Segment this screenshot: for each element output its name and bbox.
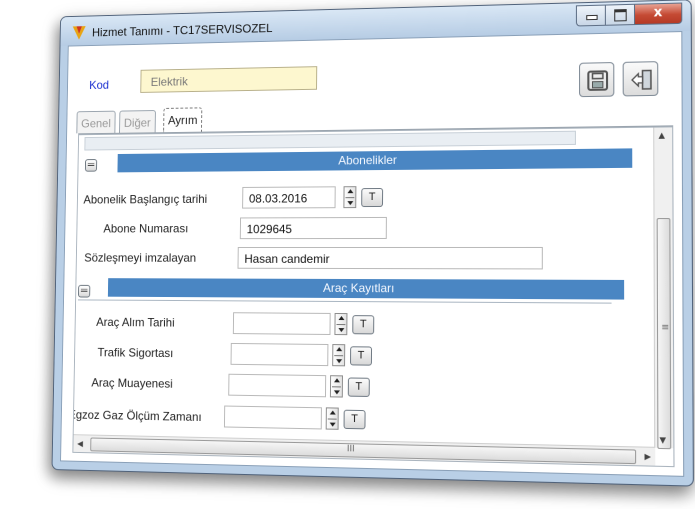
tab-diger[interactable]: Diğer — [119, 110, 156, 133]
egzoz-date-input[interactable] — [223, 405, 322, 430]
kod-field[interactable]: Elektrik — [140, 66, 318, 93]
sigorta-spinner[interactable] — [332, 344, 346, 367]
tab-genel[interactable]: Genel — [76, 110, 116, 134]
close-icon: x — [653, 5, 663, 21]
abonelikler-header: Abonelikler — [117, 148, 633, 173]
spinner-up-icon — [329, 410, 336, 415]
section-divider — [77, 299, 612, 304]
maximize-icon — [614, 9, 627, 22]
abonelikler-collapse-button[interactable] — [84, 159, 98, 172]
sozlesme-label: Sözleşmeyi imzalayan — [84, 250, 197, 265]
sigorta-label: Trafik Sigortası — [97, 345, 174, 361]
spinner-down-icon — [329, 422, 336, 427]
save-button[interactable] — [579, 62, 615, 98]
sigorta-date-input[interactable] — [230, 342, 329, 367]
minimize-icon — [586, 14, 598, 21]
spinner-up-icon — [334, 378, 340, 383]
maximize-button[interactable] — [604, 3, 635, 26]
muayene-spinner[interactable] — [329, 375, 343, 398]
baslangic-spinner[interactable] — [343, 186, 357, 209]
spinner-up-icon — [347, 189, 354, 194]
v-grip-icon: ≡ — [661, 322, 670, 334]
vertical-scroll-thumb[interactable]: ≡ — [656, 217, 672, 450]
window-controls: x — [575, 2, 683, 27]
h-grip-icon: III — [346, 444, 355, 455]
save-icon — [586, 69, 609, 92]
egzoz-label: Egzoz Gaz Ölçüm Zamanı — [72, 407, 202, 425]
baslangic-label: Abonelik Başlangıç tarihi — [83, 192, 208, 207]
window-title: Hizmet Tanımı - TC17SERVISOZEL — [91, 21, 273, 40]
sigorta-today-button[interactable]: T — [350, 346, 373, 366]
tab-ayrim[interactable]: Ayrım — [163, 107, 203, 133]
top-strip — [84, 130, 576, 151]
alim-date-input[interactable] — [232, 312, 331, 335]
scroll-right-icon[interactable]: ▶ — [644, 452, 651, 462]
exit-button[interactable] — [622, 61, 659, 97]
form-scroll-area: Abonelikler Abonelik Başlangıç tarihi 08… — [72, 126, 675, 468]
horizontal-scroll-thumb[interactable]: III — [90, 437, 637, 465]
egzoz-spinner[interactable] — [325, 407, 339, 430]
alim-spinner[interactable] — [334, 312, 348, 336]
app-window: Hizmet Tanımı - TC17SERVISOZEL x Kod Ele… — [51, 0, 694, 487]
muayene-date-input[interactable] — [228, 373, 327, 398]
spinner-up-icon — [336, 347, 343, 352]
arac-header: Araç Kayıtları — [107, 278, 625, 300]
scroll-up-icon[interactable]: ▲ — [658, 131, 665, 140]
scroll-left-icon[interactable]: ◀ — [77, 439, 83, 448]
muayene-today-button[interactable]: T — [347, 377, 370, 397]
alim-today-button[interactable]: T — [352, 315, 375, 335]
vertical-scrollbar[interactable]: ▲ ≡ ▼ — [653, 127, 674, 450]
baslangic-date-input[interactable]: 08.03.2016 — [242, 186, 336, 209]
baslangic-today-button[interactable]: T — [361, 187, 384, 208]
spinner-down-icon — [336, 359, 343, 364]
horizontal-scrollbar[interactable]: ◀ III ▶ — [73, 434, 656, 466]
spinner-down-icon — [338, 328, 345, 333]
alim-label: Araç Alım Tarihi — [96, 315, 175, 330]
spinner-down-icon — [347, 201, 354, 206]
abone-no-label: Abone Numarası — [103, 221, 189, 236]
app-logo-icon — [72, 26, 86, 40]
client-area: Kod Elektrik Genel Diğer Ayrım Abonelikl… — [60, 31, 685, 477]
minimize-button[interactable] — [575, 4, 605, 27]
spinner-up-icon — [338, 316, 345, 321]
muayene-label: Araç Muayenesi — [91, 375, 173, 391]
kod-label: Kod — [89, 78, 110, 92]
close-button[interactable]: x — [633, 2, 683, 26]
scroll-down-icon[interactable]: ▼ — [659, 435, 666, 445]
spinner-down-icon — [333, 390, 340, 395]
abone-no-input[interactable]: 1029645 — [239, 216, 387, 240]
exit-door-icon — [630, 68, 653, 91]
sozlesme-input[interactable]: Hasan candemir — [237, 246, 543, 270]
egzoz-today-button[interactable]: T — [343, 409, 366, 430]
arac-collapse-button[interactable] — [77, 284, 91, 298]
screen: Hizmet Tanımı - TC17SERVISOZEL x Kod Ele… — [12, 0, 695, 509]
